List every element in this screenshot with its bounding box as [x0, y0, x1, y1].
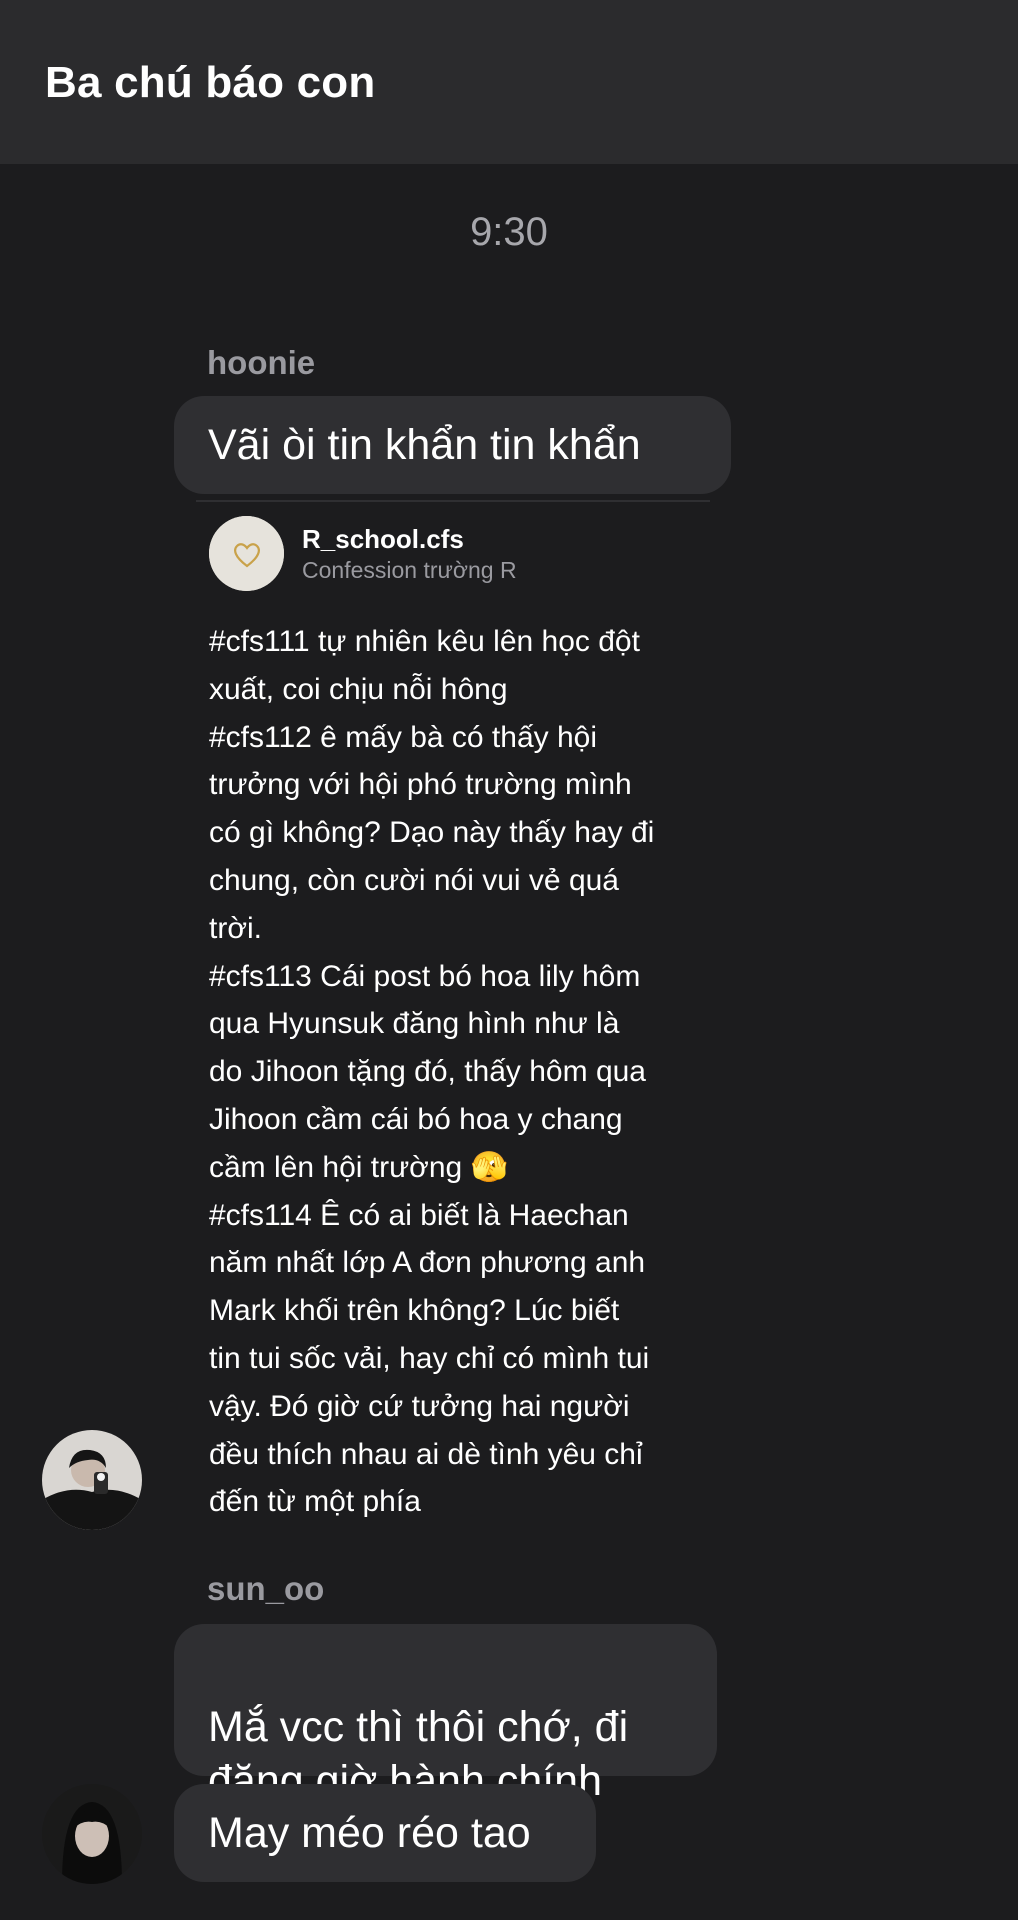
- message-text: May méo réo tao: [208, 1809, 531, 1857]
- post-divider: [196, 500, 710, 502]
- message-bubble[interactable]: May méo réo tao: [174, 1784, 596, 1882]
- post-author-subtitle: Confession trường R: [302, 557, 517, 583]
- chat-title[interactable]: Ba chú báo con: [45, 58, 375, 108]
- heart-outline-icon: [209, 516, 284, 591]
- message-bubble[interactable]: Vãi òi tin khẩn tin khẩn: [174, 396, 731, 494]
- chat-header: Ba chú báo con: [0, 0, 1018, 164]
- post-author-avatar[interactable]: [209, 516, 284, 591]
- sender-name-hoonie: hoonie: [207, 344, 316, 381]
- post-body-text: #cfs111 tự nhiên kêu lên học đột xuất, c…: [209, 625, 655, 1519]
- message-bubble[interactable]: Mắ vcc thì thôi chớ, đi đăng giờ hành ch…: [174, 1624, 717, 1805]
- message-text: Vãi òi tin khẩn tin khẩn: [208, 421, 641, 469]
- post-author-name[interactable]: R_school.cfs: [302, 524, 464, 555]
- profile-photo-icon: [42, 1430, 142, 1530]
- profile-photo-icon: [42, 1784, 142, 1884]
- avatar-sun_oo[interactable]: [42, 1784, 142, 1884]
- avatar-hoonie[interactable]: [42, 1430, 142, 1530]
- message-timestamp: 9:30: [470, 210, 548, 254]
- sender-name-sun_oo: sun_oo: [207, 1570, 325, 1607]
